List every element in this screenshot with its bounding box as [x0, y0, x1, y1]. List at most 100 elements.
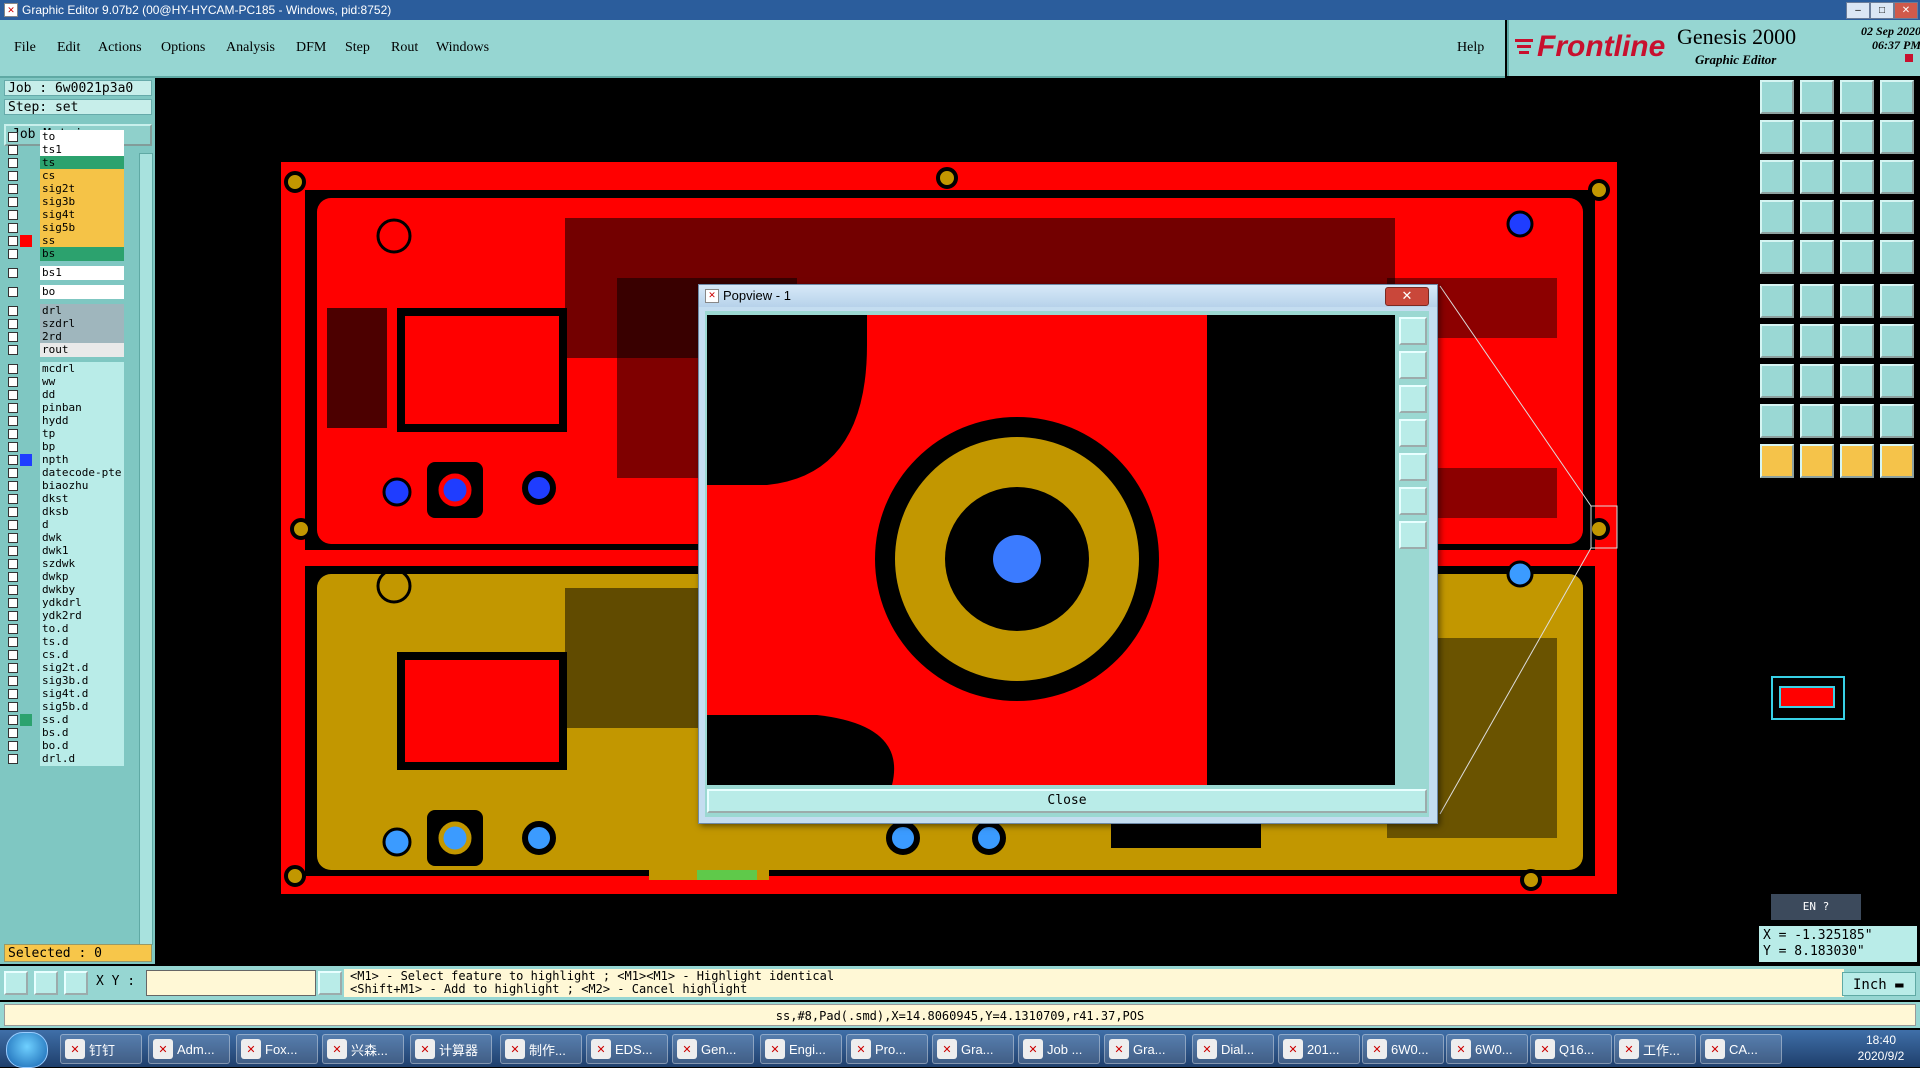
slash-icon[interactable]: [1800, 324, 1834, 358]
taskbar-item[interactable]: ✕ 6W0...: [1446, 1034, 1528, 1064]
layer-name[interactable]: dwk1: [40, 544, 124, 558]
layer-name[interactable]: sig5b: [40, 221, 124, 235]
layer-row[interactable]: sig2t: [6, 182, 124, 196]
popview-canvas[interactable]: [707, 315, 1395, 785]
layer-checkbox[interactable]: [8, 442, 18, 452]
layer-name[interactable]: bs1: [40, 266, 124, 280]
layer-checkbox[interactable]: [8, 663, 18, 673]
layer-row[interactable]: sig4t: [6, 208, 124, 222]
layer-row[interactable]: ss: [6, 234, 124, 248]
zoom-in-icon[interactable]: [1399, 351, 1427, 379]
layer-checkbox[interactable]: [8, 429, 18, 439]
layer-row[interactable]: sig2t.d: [6, 661, 124, 675]
taskbar-item[interactable]: ✕ CA...: [1700, 1034, 1782, 1064]
layer-row[interactable]: sig3b: [6, 195, 124, 209]
grid-icon[interactable]: [64, 971, 88, 995]
stack-icon[interactable]: [1880, 120, 1914, 154]
align-icon[interactable]: [1880, 324, 1914, 358]
arch-icon[interactable]: [1840, 404, 1874, 438]
layer-name[interactable]: ss: [40, 234, 124, 248]
layer-checkbox[interactable]: [8, 455, 18, 465]
layer-name[interactable]: bo.d: [40, 739, 124, 753]
taskbar-item[interactable]: ✕ Job ...: [1018, 1034, 1100, 1064]
layer-name[interactable]: d: [40, 518, 124, 532]
zoom-fit-icon[interactable]: [1399, 317, 1427, 345]
popview-title-bar[interactable]: ✕ Popview - 1 ✕: [699, 285, 1437, 307]
taskbar-item[interactable]: ✕ Gra...: [1104, 1034, 1186, 1064]
measure-icon[interactable]: [1760, 200, 1794, 234]
home-icon[interactable]: [1840, 80, 1874, 114]
circle-icon[interactable]: [1880, 240, 1914, 274]
layer-checkbox[interactable]: [8, 390, 18, 400]
layer-name[interactable]: to.d: [40, 622, 124, 636]
layer-row[interactable]: bo.d: [6, 739, 124, 753]
xy-input[interactable]: [146, 970, 316, 996]
system-clock[interactable]: 18:40 2020/9/2: [1846, 1032, 1916, 1064]
layer-checkbox[interactable]: [8, 132, 18, 142]
measure-icon[interactable]: [34, 971, 58, 995]
layer-checkbox[interactable]: [8, 507, 18, 517]
layer-row[interactable]: bs1: [6, 266, 124, 280]
layer-name[interactable]: dwkp: [40, 570, 124, 584]
layer-checkbox[interactable]: [8, 364, 18, 374]
pan-icon[interactable]: [1800, 160, 1834, 194]
layer-checkbox[interactable]: [8, 171, 18, 181]
open-job-icon[interactable]: [1760, 80, 1794, 114]
taskbar-item[interactable]: ✕ 6W0...: [1362, 1034, 1444, 1064]
layer-row[interactable]: sig5b.d: [6, 700, 124, 714]
layer-row[interactable]: tp: [6, 427, 124, 441]
layer-row[interactable]: dksb: [6, 505, 124, 519]
layer-checkbox[interactable]: [8, 184, 18, 194]
popview-window[interactable]: ✕ Popview - 1 ✕ Close: [698, 284, 1438, 824]
popview-close-x-button[interactable]: ✕: [1385, 287, 1429, 306]
polygon-icon[interactable]: [1800, 240, 1834, 274]
triangle-icon[interactable]: [1880, 404, 1914, 438]
zoom-fit-icon[interactable]: [1760, 160, 1794, 194]
help-icon[interactable]: [1880, 160, 1914, 194]
pad-icon[interactable]: [1760, 240, 1794, 274]
layer-name[interactable]: to: [40, 130, 124, 144]
ruler-icon[interactable]: [1840, 240, 1874, 274]
split-icon[interactable]: [1840, 120, 1874, 154]
layer-checkbox[interactable]: [8, 741, 18, 751]
layer-row[interactable]: ts.d: [6, 635, 124, 649]
grid-toggle-icon[interactable]: [1800, 200, 1834, 234]
layer-name[interactable]: drl.d: [40, 752, 124, 766]
menu-edit[interactable]: Edit: [57, 40, 80, 56]
layer-row[interactable]: ts: [6, 156, 124, 170]
layer-checkbox[interactable]: [8, 403, 18, 413]
copy-icon[interactable]: [1760, 364, 1794, 398]
snap-icon[interactable]: [4, 971, 28, 995]
drc-icon[interactable]: [1880, 200, 1914, 234]
layer-checkbox[interactable]: [8, 468, 18, 478]
layer-checkbox[interactable]: [8, 319, 18, 329]
layer-checkbox[interactable]: [8, 598, 18, 608]
layer-checkbox[interactable]: [8, 650, 18, 660]
layer-out-icon[interactable]: [1800, 120, 1834, 154]
layer-row[interactable]: datecode-pte: [6, 466, 124, 480]
window-title-bar[interactable]: ✕ Graphic Editor 9.07b2 (00@HY-HYCAM-PC1…: [0, 0, 1920, 20]
taskbar-item[interactable]: ✕ 制作...: [500, 1034, 582, 1064]
layer-row[interactable]: ydkdrl: [6, 596, 124, 610]
layer-checkbox[interactable]: [8, 158, 18, 168]
layer-checkbox[interactable]: [8, 624, 18, 634]
layer-checkbox[interactable]: [8, 268, 18, 278]
menu-step[interactable]: Step: [345, 40, 370, 56]
node-icon[interactable]: [1840, 284, 1874, 318]
layer-checkbox[interactable]: [8, 197, 18, 207]
layer-name[interactable]: sig4t: [40, 208, 124, 222]
layer-name[interactable]: dwk: [40, 531, 124, 545]
layer-checkbox[interactable]: [8, 377, 18, 387]
layer-name[interactable]: ts1: [40, 143, 124, 157]
layer-name[interactable]: tp: [40, 427, 124, 441]
layer-row[interactable]: drl.d: [6, 752, 124, 766]
minimize-button[interactable]: –: [1846, 2, 1870, 19]
menu-actions[interactable]: Actions: [98, 40, 142, 56]
layer-checkbox[interactable]: [8, 637, 18, 647]
layer-name[interactable]: bo: [40, 285, 124, 299]
layer-name[interactable]: bp: [40, 440, 124, 454]
ratio-icon[interactable]: [1840, 160, 1874, 194]
layer-row[interactable]: ww: [6, 375, 124, 389]
layer-checkbox[interactable]: [8, 728, 18, 738]
layer-checkbox[interactable]: [8, 546, 18, 556]
